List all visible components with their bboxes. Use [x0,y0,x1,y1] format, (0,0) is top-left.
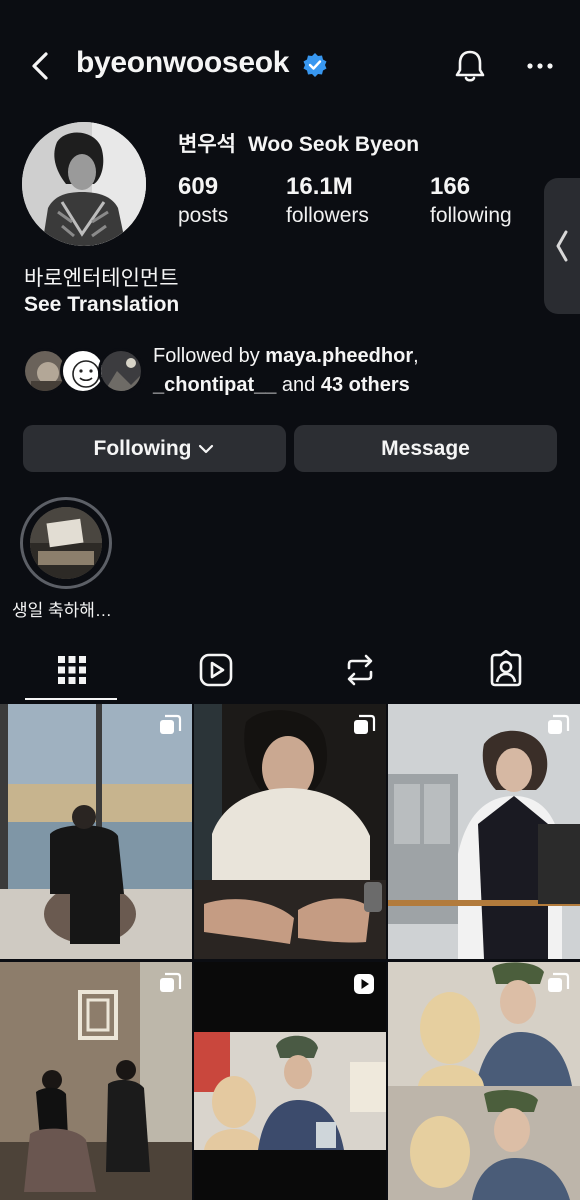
stat-posts[interactable]: 609 posts [178,172,228,230]
stat-posts-label: posts [178,204,229,227]
post-thumbnail-6[interactable] [388,962,580,1200]
carousel-icon [160,714,182,734]
followed-by-user-2[interactable]: _chontipat__ [153,374,276,396]
carousel-icon [160,972,182,992]
profile-avatar[interactable] [22,122,146,246]
following-button-label: Following [93,436,192,460]
followed-by-user-1[interactable]: maya.pheedhor [265,345,413,367]
followed-by-others[interactable]: 43 others [321,374,410,396]
message-button[interactable]: Message [294,425,557,472]
followed-by-and: and [276,374,321,396]
profile-full-name: 변우석 Woo Seok Byeon [178,128,419,158]
followed-by-prefix: Followed by [153,345,266,367]
profile-username: byeonwooseok [76,46,290,79]
reel-play-icon [354,974,374,994]
name-korean: 변우석 [178,133,236,156]
followed-by-comma: , [413,345,419,367]
back-arrow-icon[interactable] [24,48,60,84]
post-thumbnail-4[interactable] [0,962,192,1200]
chevron-down-icon [199,444,214,453]
post-thumbnail-3[interactable] [388,704,580,959]
verified-badge-icon [303,53,327,77]
grid-icon[interactable] [52,650,92,690]
stat-following-value: 166 [430,173,471,200]
see-translation-link[interactable]: See Translation [24,293,179,317]
post-thumbnail-1[interactable] [0,704,192,959]
following-button[interactable]: Following [23,425,286,472]
story-highlight[interactable] [20,497,112,589]
name-english: Woo Seok Byeon [247,133,420,156]
stat-following-label: following [430,204,512,227]
carousel-icon [548,972,570,992]
active-tab-indicator [25,698,117,700]
stat-followers-value: 16.1M [286,173,353,200]
post-thumbnail-5[interactable] [194,962,386,1200]
stat-following[interactable]: 166 following [430,172,512,230]
post-thumbnail-2[interactable] [194,704,386,959]
top-bar: byeonwooseok [0,36,580,96]
stat-followers[interactable]: 16.1M followers [286,172,369,230]
bell-icon[interactable] [450,46,490,86]
profile-bio: 바로엔터테인먼트 [24,267,179,290]
story-highlight-image [30,507,102,579]
story-highlight-label: 생일 축하해… [12,601,112,620]
side-panel-handle[interactable] [544,178,580,314]
follower-avatar-3 [98,348,144,394]
more-dots-icon[interactable] [522,48,558,84]
message-button-label: Message [381,436,470,460]
reposts-icon[interactable] [340,650,380,690]
tagged-icon[interactable] [486,650,526,690]
followed-by-text[interactable]: Followed by maya.pheedhor, _chontipat__ a… [153,342,563,400]
chevron-left-icon [556,230,568,262]
reels-icon[interactable] [196,650,236,690]
carousel-icon [354,714,376,734]
stat-followers-label: followers [286,204,369,227]
carousel-icon [548,714,570,734]
stat-posts-value: 609 [178,173,219,200]
